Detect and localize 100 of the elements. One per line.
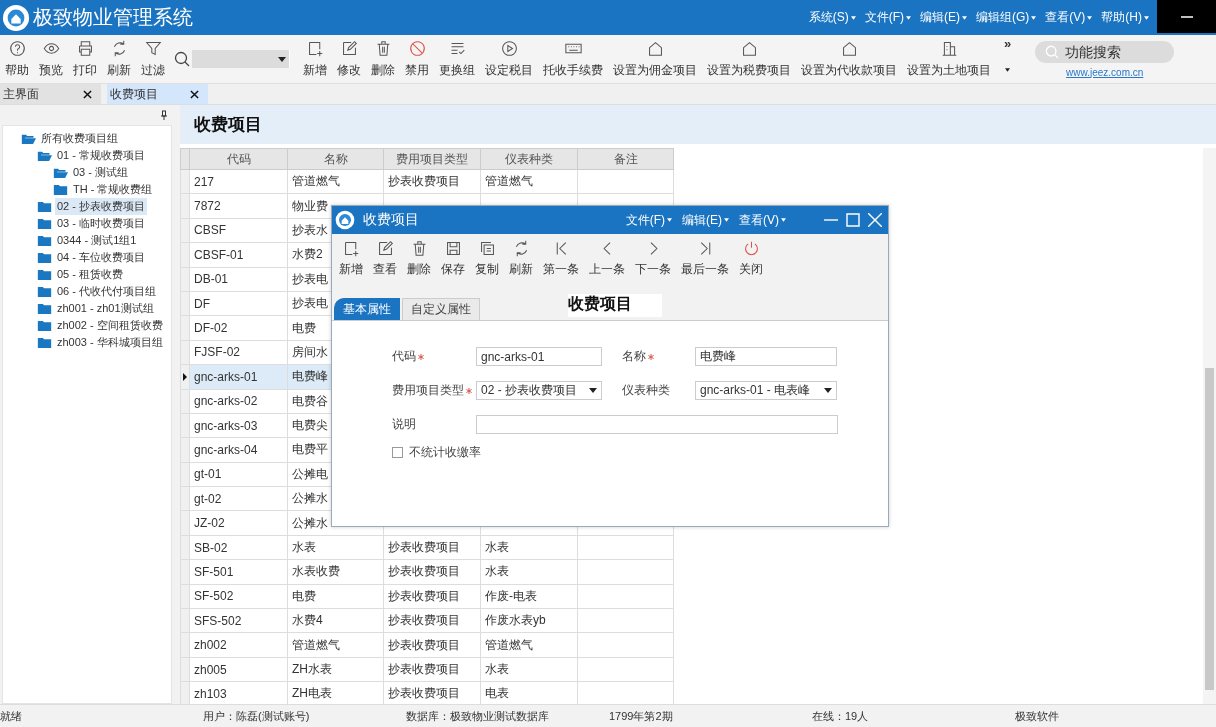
table-cell: 管道燃气 [485,174,533,189]
app-title: 极致物业管理系统 [33,5,193,30]
table-cell: zh005 [194,662,227,677]
menu-item[interactable]: 查看(V) [739,211,779,229]
close-icon[interactable] [190,89,199,99]
table-cell: 水表 [292,540,316,555]
toolbar-button[interactable]: 禁用 [400,37,434,81]
text-field[interactable]: gnc-arks-01 [476,347,602,366]
toolbar-button[interactable]: 新增 [334,239,368,279]
dropdown-arrow-icon[interactable] [278,56,286,62]
tab-label: 主界面 [3,85,39,103]
table-cell: 电费峰 [292,369,328,384]
menu-item[interactable]: 文件(F) [864,9,904,26]
property-tab[interactable]: 自定义属性 [402,298,480,320]
dropdown-field[interactable]: 02 - 抄表收费项目 [476,381,602,400]
form-heading: 收费项目 [568,294,662,317]
tree-item[interactable]: 所有收费项目组 [39,130,120,147]
table-cell: 公摊电 [292,466,328,481]
toolbar-button[interactable]: 下一条 [630,239,676,279]
toolbar-button[interactable]: 删除 [402,239,436,279]
tree-item[interactable]: 01 - 常规收费项目 [55,147,147,164]
text-field[interactable] [476,415,838,434]
toolbar-button[interactable]: 上一条 [584,239,630,279]
toolbar-button[interactable]: 查看 [368,239,402,279]
toolbar-button[interactable]: 第一条 [538,239,584,279]
search-icon [1045,44,1060,59]
edit-icon [376,240,394,257]
pin-icon[interactable] [161,110,167,120]
toolbar-button[interactable]: 设定税目 [480,37,538,81]
toolbar-button[interactable]: 保存 [436,239,470,279]
table-cell: gnc-arks-02 [194,394,258,409]
table-cell: 水费4 [292,613,323,628]
toolbar-button[interactable]: 复制 [470,239,504,279]
dropdown-field[interactable]: gnc-arks-01 - 电表峰 [695,381,837,400]
column-header[interactable]: 费用项目类型 [383,148,481,170]
document-tab[interactable]: 收费项目 [107,84,208,104]
feature-search-field[interactable]: 功能搜索 [1035,40,1175,63]
tree-item[interactable]: 05 - 租赁收费 [55,266,125,283]
search-icon [174,51,190,67]
menu-item[interactable]: 编辑组(G) [976,9,1030,26]
table-cell: 水表收费 [292,564,340,579]
toolbar-button[interactable]: 帮助 [0,37,34,81]
maximize-icon[interactable] [846,213,860,227]
more-button[interactable]: » [1004,37,1012,51]
checkbox[interactable] [392,447,403,458]
toolbar-button[interactable]: 设置为税费项目 [702,37,796,81]
toolbar-button[interactable]: 关闭 [734,239,768,279]
tree-item[interactable]: zh002 - 空间租赁收费 [55,317,165,334]
table-cell: zh002 [194,638,227,653]
toolbar-button[interactable]: 新增 [298,37,332,81]
column-header[interactable]: 代码 [189,148,288,170]
column-header[interactable]: 备注 [577,148,674,170]
tree-item[interactable]: 04 - 车位收费项目 [55,249,147,266]
tree-item[interactable]: zh001 - zh01测试组 [55,300,156,317]
toolbar-button[interactable]: 刷新 [504,239,538,279]
website-link[interactable]: www.jeez.com.cn [1066,66,1144,78]
tree-item[interactable]: 06 - 代收代付项目组 [55,283,158,300]
tree-item[interactable]: TH - 常规收费组 [71,181,155,198]
toolbar-button[interactable]: 刷新 [102,37,136,81]
table-cell: 物业费 [292,198,328,213]
tree-item[interactable]: 03 - 测试组 [71,164,130,181]
toolbar-button[interactable]: 设置为土地项目 [902,37,996,81]
text-field[interactable]: 电费峰 [695,347,837,366]
toolbar-button[interactable]: 最后一条 [676,239,734,279]
toolbar-button[interactable]: 设置为佣金项目 [608,37,702,81]
column-header[interactable]: 名称 [287,148,384,170]
toolbar-button[interactable]: 设置为代收款项目 [796,37,902,81]
column-header[interactable]: 仪表种类 [480,148,578,170]
toolbar-button[interactable]: 更换组 [434,37,480,81]
toolbar-button[interactable]: 托收手续费 [538,37,608,81]
menu-item[interactable]: 文件(F) [625,211,665,229]
close-icon[interactable] [83,89,92,99]
table-cell: SF-501 [194,564,234,579]
current-row-icon [183,372,187,381]
tree-item[interactable]: 0344 - 测试1组1 [55,232,139,249]
caret-icon[interactable] [1005,68,1011,72]
table-cell: FJSF-02 [194,345,240,360]
table-cell: gnc-arks-03 [194,418,258,433]
menu-item[interactable]: 帮助(H) [1101,9,1142,26]
dropdown-arrow-icon[interactable] [824,388,832,393]
document-tab[interactable]: 主界面 [0,84,101,104]
dropdown-arrow-icon[interactable] [589,388,597,393]
tree-item[interactable]: 02 - 抄表收费项目 [55,198,147,215]
toolbar-button[interactable]: 过滤 [136,37,170,81]
power-icon [742,240,760,257]
menu-item[interactable]: 编辑(E) [682,211,722,229]
table-cell: 公摊水 [292,515,328,530]
minimize-icon[interactable] [1180,15,1193,18]
toolbar-button[interactable]: 打印 [68,37,102,81]
table-cell: 抄表收费项目 [388,662,460,676]
tree-item[interactable]: 03 - 临时收费项目 [55,215,147,232]
toolbar-button[interactable]: 预览 [34,37,68,81]
toolbar-button[interactable]: 修改 [332,37,366,81]
menu-item[interactable]: 系统(S) [808,9,849,26]
menu-item[interactable]: 编辑(E) [920,9,960,26]
tree-item[interactable]: zh003 - 华科城项目组 [55,334,165,351]
scrollbar-thumb[interactable] [1205,368,1214,690]
toolbar-button[interactable]: 删除 [366,37,400,81]
menu-item[interactable]: 查看(V) [1045,9,1086,26]
property-tab[interactable]: 基本属性 [334,298,400,320]
